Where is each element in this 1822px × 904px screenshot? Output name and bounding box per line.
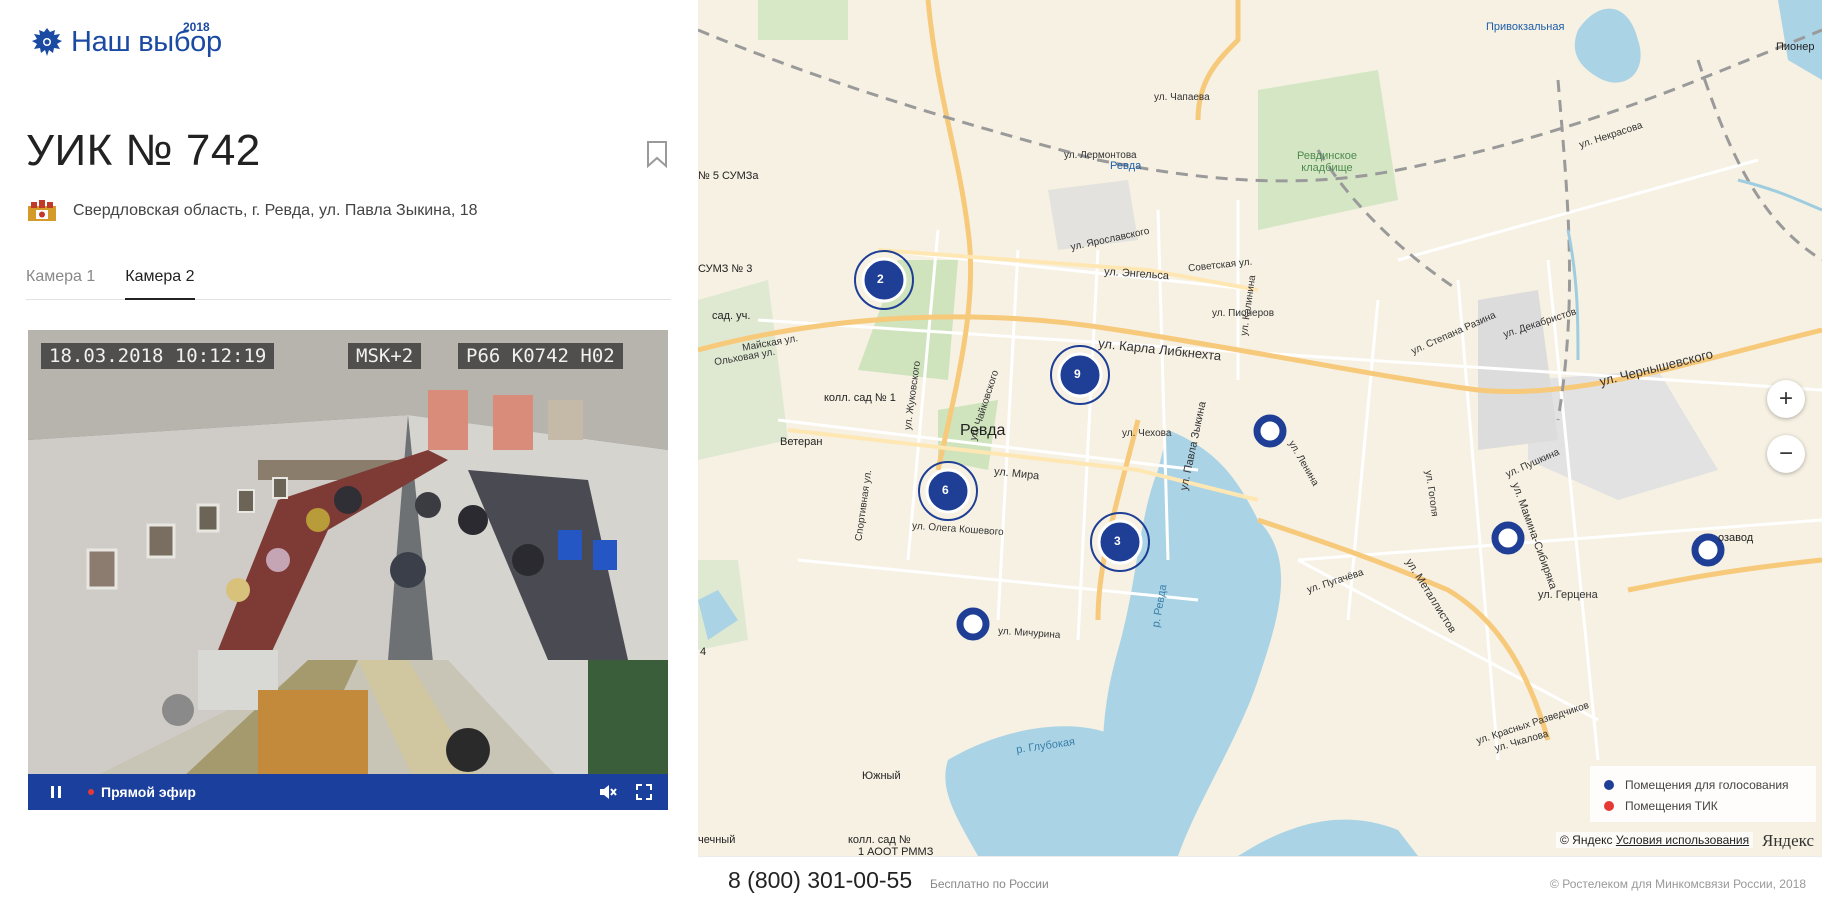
map-label: ул. Лермонтова: [1064, 150, 1137, 161]
legend-label: Помещения для голосования: [1625, 777, 1789, 792]
eagle-emblem-icon: [32, 28, 62, 56]
cluster-label[interactable]: 9: [1074, 367, 1081, 381]
footer-copyright: © Ростелеком для Минкомсвязи России, 201…: [1550, 877, 1806, 891]
map-label: Ветеран: [780, 436, 823, 448]
cluster-label[interactable]: 6: [942, 483, 949, 497]
cluster-label[interactable]: 3: [1114, 534, 1121, 548]
tab-camera-1[interactable]: Камера 1: [26, 266, 95, 300]
map-label: чечный: [698, 834, 736, 846]
bookmark-icon[interactable]: [646, 140, 668, 168]
map[interactable]: 2 9 6 3 Ревда ул. Карла Либкнехта ул. Че…: [698, 0, 1822, 856]
map-label: Южный: [862, 770, 901, 782]
map-copyright: © Яндекс: [1560, 833, 1613, 847]
hotline-note: Бесплатно по России: [930, 877, 1049, 891]
pause-button[interactable]: [38, 774, 74, 810]
map-canvas: [698, 0, 1822, 856]
logo-year: 2018: [183, 20, 210, 34]
legend-item-tik: Помещения ТИК: [1604, 795, 1816, 816]
osd-datetime: 18.03.2018 10:12:19: [41, 343, 275, 369]
osd-camera-id: Р66 К0742 Н02: [458, 343, 623, 369]
map-terms-link[interactable]: Условия использования: [1616, 833, 1749, 847]
map-label: № 5 СУМЗа: [698, 170, 759, 182]
legend-dot: [1604, 800, 1614, 811]
fullscreen-icon: [636, 784, 652, 800]
region-coat-of-arms-icon: [28, 200, 56, 221]
map-label: СУМЗ № 3: [698, 263, 753, 275]
address-row: Свердловская область, г. Ревда, ул. Павл…: [26, 199, 478, 223]
legend-label: Помещения ТИК: [1625, 798, 1718, 813]
address-text: Свердловская область, г. Ревда, ул. Павл…: [73, 202, 478, 219]
map-label: колл. сад №: [848, 834, 911, 846]
map-label: сад. уч.: [712, 310, 751, 322]
map-label: Пионер: [1776, 41, 1815, 53]
cluster-label[interactable]: 2: [877, 272, 884, 286]
legend-item-voting: Помещения для голосования: [1604, 774, 1816, 795]
map-label: Привокзальная: [1486, 21, 1565, 33]
volume-muted-icon: [600, 785, 617, 799]
video-controls: Прямой эфир: [28, 774, 668, 810]
fullscreen-button[interactable]: [626, 774, 662, 810]
pause-icon: [51, 786, 61, 798]
tab-camera-2[interactable]: Камера 2: [125, 266, 195, 300]
hotline-phone[interactable]: 8 (800) 301-00-55: [728, 867, 912, 894]
live-label: Прямой эфир: [101, 784, 196, 800]
map-label: 4: [700, 646, 707, 658]
map-attribution: © Яндекс Условия использования: [1556, 832, 1754, 848]
mute-button[interactable]: [590, 774, 626, 810]
video-player[interactable]: 18.03.2018 10:12:19 MSK+2 Р66 К0742 Н02 …: [28, 330, 668, 810]
page-title: УИК № 742: [26, 126, 261, 175]
map-label: 1 АООТ РММЗ: [858, 846, 934, 856]
map-label: озавод: [1718, 532, 1754, 544]
map-legend: Помещения для голосования Помещения ТИК: [1590, 766, 1816, 822]
map-label: Ревдинское кладбище: [1296, 150, 1357, 174]
map-label: ул. Чапаева: [1154, 92, 1210, 103]
zoom-in-button[interactable]: +: [1767, 380, 1805, 418]
yandex-logo[interactable]: Яндекс: [1762, 831, 1814, 851]
legend-dot: [1604, 779, 1614, 790]
video-frame: [28, 330, 668, 810]
osd-timezone: MSK+2: [348, 343, 422, 369]
footer: 8 (800) 301-00-55 Бесплатно по России © …: [698, 856, 1822, 904]
live-indicator-dot: [88, 789, 94, 795]
zoom-out-button[interactable]: −: [1767, 435, 1805, 473]
camera-tabs: Камера 1 Камера 2: [26, 266, 671, 300]
map-label: ул. Чехова: [1122, 428, 1172, 439]
map-label: колл. сад № 1: [824, 392, 896, 404]
map-label: Ревда: [1110, 160, 1142, 172]
left-panel: Наш выбор 2018 УИК № 742 Свердловская об…: [0, 0, 698, 904]
